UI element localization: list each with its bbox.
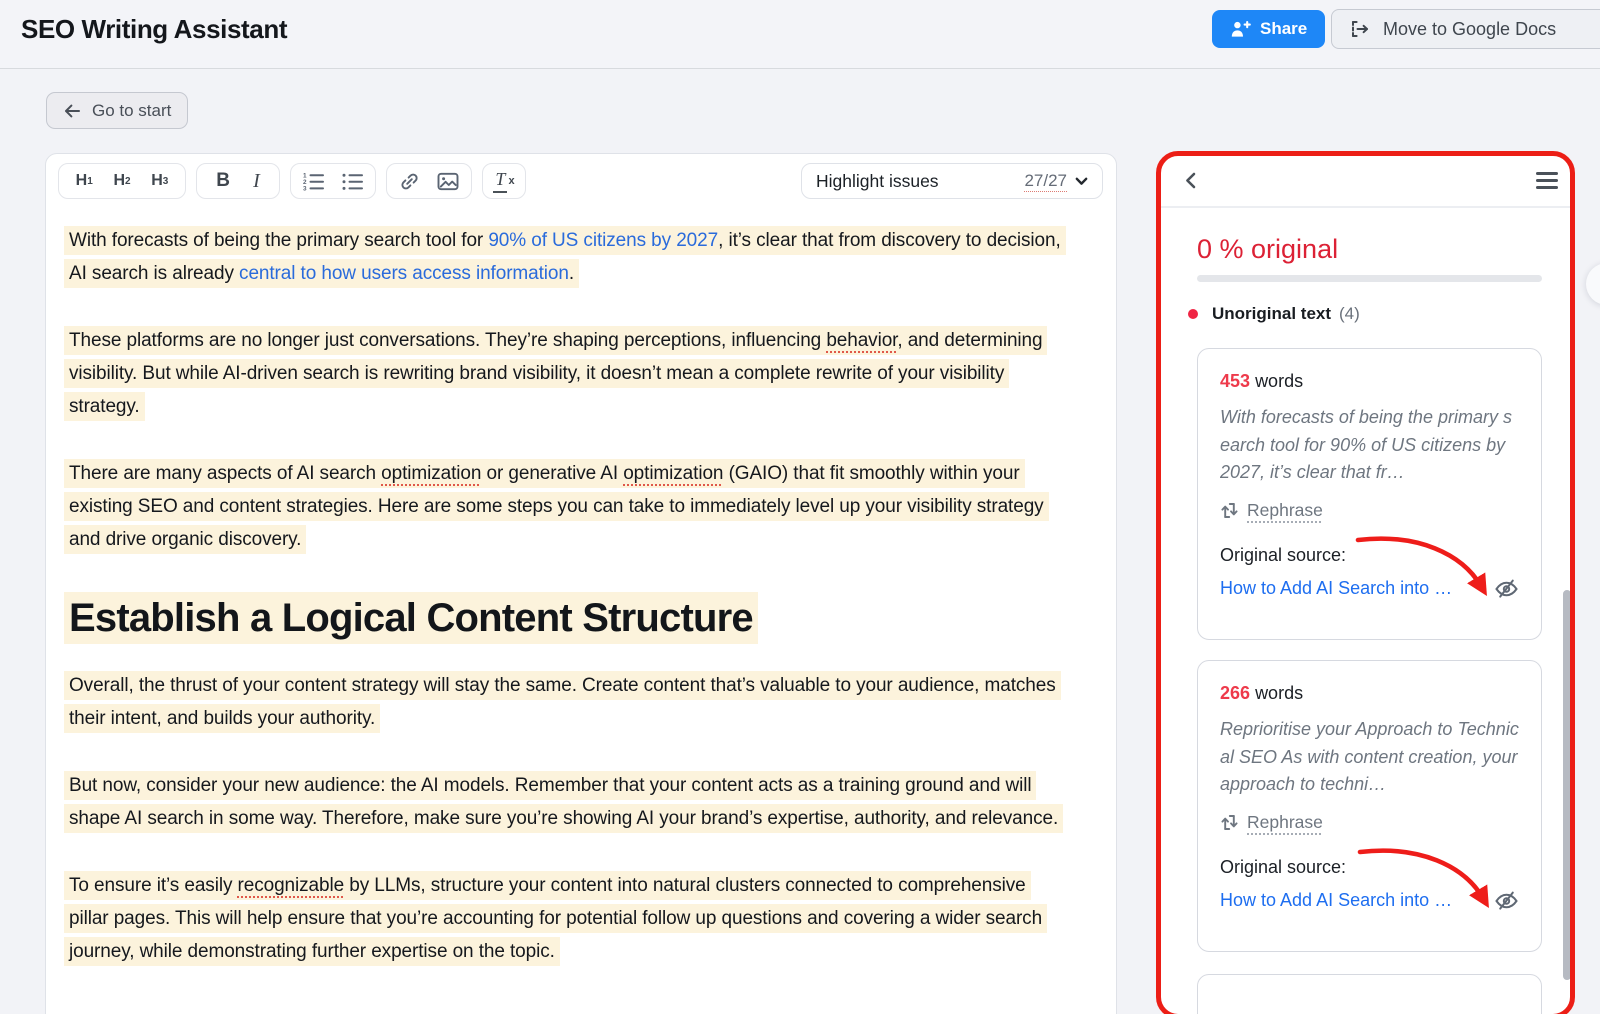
heading2-button[interactable]: H2 — [109, 170, 134, 192]
image-icon — [437, 172, 459, 191]
clear-formatting-button[interactable]: Tx — [489, 167, 518, 195]
unoriginal-card: 266 words Reprioritise your Approach to … — [1197, 660, 1542, 952]
bold-button[interactable]: B — [212, 168, 234, 194]
source-link[interactable]: How to Add AI Search into … — [1220, 890, 1452, 911]
heading1-button[interactable]: H1 — [72, 170, 97, 192]
rephrase-label: Rephrase — [1247, 500, 1323, 521]
editor-content[interactable]: With forecasts of being the primary sear… — [64, 224, 1068, 1002]
rephrase-icon — [1220, 501, 1239, 520]
collapse-panel-button[interactable] — [1185, 172, 1196, 189]
insert-image-button[interactable] — [433, 170, 463, 193]
original-source-label: Original source: — [1220, 545, 1519, 566]
red-dot-icon — [1188, 309, 1198, 319]
text-segment: recognizable — [238, 875, 345, 896]
originality-score: 0 % original — [1197, 234, 1338, 265]
insert-link-button[interactable] — [395, 169, 424, 194]
go-to-start-label: Go to start — [92, 101, 171, 121]
bullet-list-button[interactable] — [337, 169, 368, 193]
sidebar-header — [1161, 156, 1570, 208]
chevron-down-icon — [1075, 177, 1088, 186]
source-link-row: How to Add AI Search into … — [1220, 577, 1519, 600]
share-button[interactable]: Share — [1212, 10, 1325, 48]
rephrase-button[interactable]: Rephrase — [1220, 500, 1323, 521]
originality-sidebar: 0 % original Unoriginal text (4) 453 wor… — [1156, 151, 1575, 1014]
unoriginal-text-legend: Unoriginal text (4) — [1188, 304, 1360, 324]
word-count: 266 words — [1220, 683, 1519, 704]
ordered-list-icon: 1 2 3 — [302, 171, 325, 191]
arrow-left-icon — [63, 102, 82, 120]
hamburger-menu-icon[interactable] — [1536, 172, 1558, 189]
unoriginal-card-partial — [1197, 974, 1542, 1014]
edge-floating-button[interactable] — [1586, 263, 1600, 305]
editor-toolbar: H1 H2 H3 B I 1 2 3 — [58, 163, 526, 199]
unoriginal-card: 453 words With forecasts of being the pr… — [1197, 348, 1542, 640]
text-segment: . — [569, 263, 574, 284]
app-header: SEO Writing Assistant Share Mo — [0, 0, 1600, 69]
go-to-start-button[interactable]: Go to start — [46, 92, 188, 129]
unoriginal-text-count: (4) — [1339, 304, 1360, 324]
insert-button-group — [386, 163, 472, 199]
text-segment: optimization — [623, 463, 723, 484]
move-to-google-docs-label: Move to Google Docs — [1383, 19, 1556, 40]
seo-writing-assistant-page: SEO Writing Assistant Share Mo — [0, 0, 1600, 1014]
ordered-list-button[interactable]: 1 2 3 — [298, 169, 329, 193]
text-segment: optimization — [381, 463, 481, 484]
text-segment: or generative AI — [481, 463, 623, 484]
highlight-issues-dropdown[interactable]: Highlight issues 27/27 — [801, 163, 1103, 199]
format-button-group: B I — [196, 163, 280, 199]
excerpt-text: With forecasts of being the primary sear… — [1220, 404, 1519, 486]
clear-format-group: Tx — [482, 163, 526, 199]
editor-link[interactable]: 90% of US citizens by 2027 — [488, 230, 718, 251]
paragraph: With forecasts of being the primary sear… — [64, 224, 1068, 290]
export-doc-icon — [1348, 19, 1371, 39]
sidebar-scrollbar[interactable] — [1563, 590, 1571, 980]
paragraph: These platforms are no longer just conve… — [64, 324, 1068, 423]
text-segment: behavior — [826, 330, 897, 351]
heading-button-group: H1 H2 H3 — [58, 163, 186, 199]
highlight-issues-count: 27/27 — [1024, 171, 1067, 191]
bullet-list-icon — [341, 171, 364, 191]
rephrase-button[interactable]: Rephrase — [1220, 812, 1323, 833]
text-segment: But now, consider your new audience: the… — [69, 775, 1058, 829]
eye-slash-icon[interactable] — [1494, 577, 1519, 600]
svg-text:3: 3 — [303, 186, 307, 191]
text-segment: To ensure it’s easily — [69, 875, 238, 896]
paragraph: Overall, the thrust of your content stra… — [64, 669, 1068, 735]
rephrase-label: Rephrase — [1247, 812, 1323, 833]
original-source-label: Original source: — [1220, 857, 1519, 878]
originality-progress-bar — [1197, 275, 1542, 282]
editor-link[interactable]: central to how users access information — [239, 263, 569, 284]
text-segment: Overall, the thrust of your content stra… — [69, 675, 1056, 729]
source-link-row: How to Add AI Search into … — [1220, 889, 1519, 912]
excerpt-text: Reprioritise your Approach to Technical … — [1220, 716, 1519, 798]
eye-slash-icon[interactable] — [1494, 889, 1519, 912]
paragraph: To ensure it’s easily recognizable by LL… — [64, 869, 1068, 968]
unoriginal-text-label: Unoriginal text — [1212, 304, 1331, 324]
chevron-left-icon — [1185, 172, 1196, 189]
section-heading: Establish a Logical Content Structure — [64, 590, 1068, 647]
move-to-google-docs-button[interactable]: Move to Google Docs — [1331, 9, 1600, 49]
highlight-issues-label: Highlight issues — [816, 171, 939, 192]
link-icon — [399, 171, 420, 192]
text-segment: These platforms are no longer just conve… — [69, 330, 826, 351]
page-title: SEO Writing Assistant — [21, 14, 287, 45]
editor-panel: H1 H2 H3 B I 1 2 3 — [45, 153, 1117, 1014]
word-count: 453 words — [1220, 371, 1519, 392]
list-button-group: 1 2 3 — [290, 163, 376, 199]
text-segment: There are many aspects of AI search — [69, 463, 381, 484]
paragraph: But now, consider your new audience: the… — [64, 769, 1068, 835]
source-link[interactable]: How to Add AI Search into … — [1220, 578, 1452, 599]
text-segment: With forecasts of being the primary sear… — [69, 230, 488, 251]
rephrase-icon — [1220, 813, 1239, 832]
share-button-label: Share — [1260, 19, 1307, 39]
italic-button[interactable]: I — [249, 168, 264, 195]
paragraph: There are many aspects of AI search opti… — [64, 457, 1068, 556]
heading3-button[interactable]: H3 — [147, 170, 172, 192]
person-plus-icon — [1230, 19, 1251, 39]
